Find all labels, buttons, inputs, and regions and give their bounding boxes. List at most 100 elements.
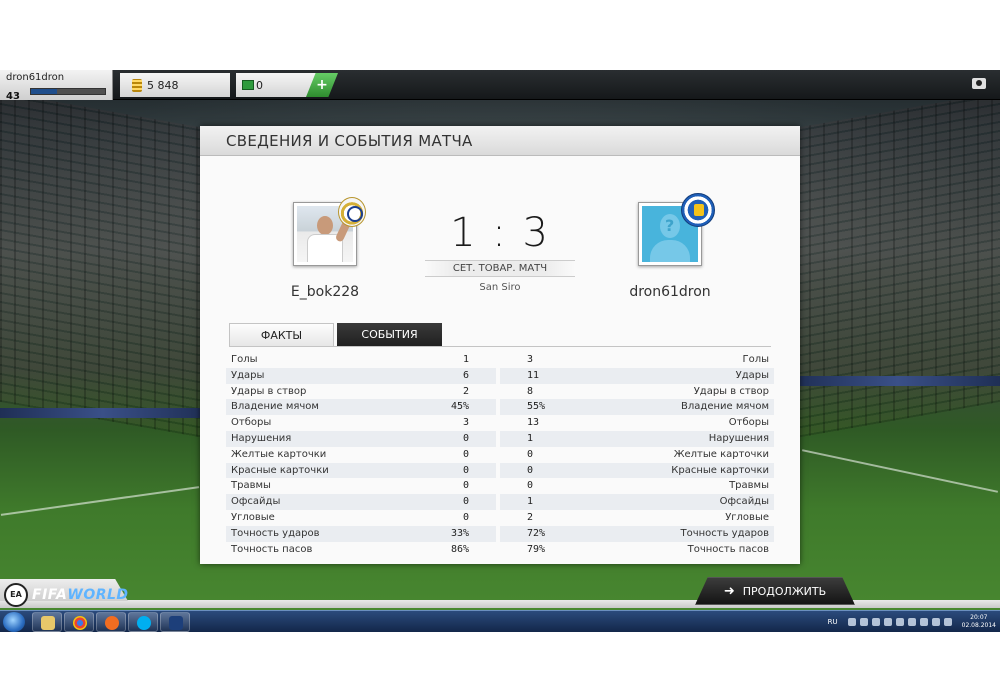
stat-label-home: Офсайды: [231, 496, 281, 508]
stat-value-home: 45%: [450, 401, 469, 413]
stat-value-away: 2: [527, 511, 534, 523]
continue-label: ПРОДОЛЖИТЬ: [742, 584, 827, 598]
stat-value-home: 0: [462, 480, 469, 492]
stat-row: Желтые карточки 0 0 Желтые карточки: [226, 446, 774, 463]
stat-row: Удары 6 11 Удары: [226, 367, 774, 384]
continue-button[interactable]: ➜ ПРОДОЛЖИТЬ: [695, 577, 855, 605]
language-indicator[interactable]: RU: [828, 618, 838, 626]
fifa-world-logo: EA FIFAWORLD: [4, 582, 129, 608]
stat-value-away: 0: [527, 480, 534, 492]
stat-label-home: Удары: [231, 369, 265, 381]
stat-value-home: 1: [462, 354, 469, 365]
stat-value-home: 2: [462, 385, 469, 397]
stat-value-away: 55%: [527, 401, 546, 413]
chrome-icon: [73, 616, 87, 630]
home-team: E_bok228: [245, 197, 405, 300]
pitch-line: [801, 449, 999, 493]
home-avatar[interactable]: [293, 197, 366, 266]
away-avatar[interactable]: ?: [638, 193, 715, 266]
stat-label-away: Удары в створ: [693, 385, 769, 397]
stat-label-away: Травмы: [729, 480, 769, 492]
stat-row: Точность ударов 33% 72% Точность ударов: [226, 525, 774, 542]
taskbar-origin[interactable]: [96, 612, 126, 632]
tab-bar: ФАКТЫ СОБЫТИЯ: [229, 323, 445, 347]
windows-taskbar: RU 20:07 02.08.2014: [0, 610, 1000, 632]
taskbar-skype[interactable]: [128, 612, 158, 632]
stadium-stand-left: [0, 91, 205, 439]
system-tray: RU 20:07 02.08.2014: [828, 611, 1000, 632]
stat-label-away: Точность ударов: [680, 527, 769, 539]
stat-label-away: Голы: [742, 354, 769, 365]
away-club-crest-icon: [681, 193, 715, 227]
camera-icon[interactable]: [972, 78, 986, 89]
coins-icon: [132, 78, 142, 92]
stat-row: Травмы 0 0 Травмы: [226, 478, 774, 495]
tray-icon[interactable]: [859, 618, 868, 626]
stat-label-home: Удары в створ: [231, 385, 307, 397]
stadium-stand-right: [795, 91, 1000, 439]
user-profile-box[interactable]: dron61dron 43: [0, 70, 113, 102]
stat-value-home: 3: [462, 417, 469, 429]
tray-icon[interactable]: [895, 618, 904, 626]
xp-progress-bar: [30, 88, 106, 95]
stat-value-away: 1: [527, 496, 534, 508]
coins-display: 5 848: [120, 73, 230, 97]
clock-time: 20:07: [970, 614, 988, 621]
stat-value-away: 79%: [527, 543, 546, 555]
ad-board-right: [795, 376, 1000, 386]
points-icon: [242, 80, 254, 90]
start-button[interactable]: [3, 612, 25, 632]
stat-label-home: Голы: [231, 354, 258, 365]
match-type: СЕТ. ТОВАР. МАТЧ: [425, 260, 575, 277]
origin-icon: [105, 616, 119, 630]
tray-icon[interactable]: [883, 618, 892, 626]
stat-value-away: 72%: [527, 527, 546, 539]
stat-row: Отборы 3 13 Отборы: [226, 415, 774, 431]
logo-text-world: WORLD: [67, 587, 129, 603]
stat-value-away: 8: [527, 385, 534, 397]
tab-facts[interactable]: ФАКТЫ: [229, 323, 334, 347]
stadium-name: San Siro: [479, 282, 521, 293]
stat-label-home: Владение мячом: [231, 401, 319, 413]
stat-label-home: Желтые карточки: [231, 448, 327, 460]
stat-label-home: Отборы: [231, 417, 272, 429]
taskbar-explorer[interactable]: [32, 612, 62, 632]
stat-label-away: Офсайды: [719, 496, 769, 508]
tab-events[interactable]: СОБЫТИЯ: [337, 323, 442, 347]
stat-label-away: Красные карточки: [671, 464, 769, 476]
away-team: ? dron61dron: [590, 193, 750, 300]
clock[interactable]: 20:07 02.08.2014: [962, 614, 996, 630]
points-value: 0: [256, 78, 263, 92]
stat-label-away: Нарушения: [708, 432, 769, 444]
away-team-name: dron61dron: [629, 284, 711, 300]
stat-row: Офсайды 0 1 Офсайды: [226, 494, 774, 510]
tray-icon[interactable]: [871, 618, 880, 626]
fifaworld-icon: [169, 616, 183, 630]
skype-icon: [137, 616, 151, 630]
pitch-line: [0, 486, 200, 516]
tray-icon[interactable]: [943, 618, 952, 626]
tray-icon[interactable]: [847, 618, 856, 626]
stat-label-away: Отборы: [728, 417, 769, 429]
taskbar-chrome[interactable]: [64, 612, 94, 632]
folder-icon: [41, 616, 55, 630]
stat-row: Угловые 0 2 Угловые: [226, 509, 774, 526]
volume-icon[interactable]: [907, 618, 916, 626]
stat-row: Удары в створ 2 8 Удары в створ: [226, 383, 774, 400]
game-screen: dron61dron 43 5 848 0 + СВЕДЕНИЯ И СОБЫТ…: [0, 70, 1000, 632]
coins-value: 5 848: [147, 78, 179, 92]
network-icon[interactable]: [919, 618, 928, 626]
username-label: dron61dron: [6, 72, 65, 83]
stat-row: Точность пасов 86% 79% Точность пасов: [226, 541, 774, 558]
tab-divider: [229, 346, 771, 347]
score-block: 1 : 3 СЕТ. ТОВАР. МАТЧ San Siro: [425, 210, 575, 293]
stat-row: Владение мячом 45% 55% Владение мячом: [226, 399, 774, 416]
stat-value-home: 0: [462, 511, 469, 523]
taskbar-fifaworld[interactable]: [160, 612, 190, 632]
stat-label-away: Удары: [735, 369, 769, 381]
ad-board-left: [0, 408, 205, 418]
flag-icon[interactable]: [931, 618, 940, 626]
panel-title: СВЕДЕНИЯ И СОБЫТИЯ МАТЧА: [200, 126, 800, 156]
stat-value-home: 0: [462, 448, 469, 460]
stat-label-home: Угловые: [231, 511, 275, 523]
